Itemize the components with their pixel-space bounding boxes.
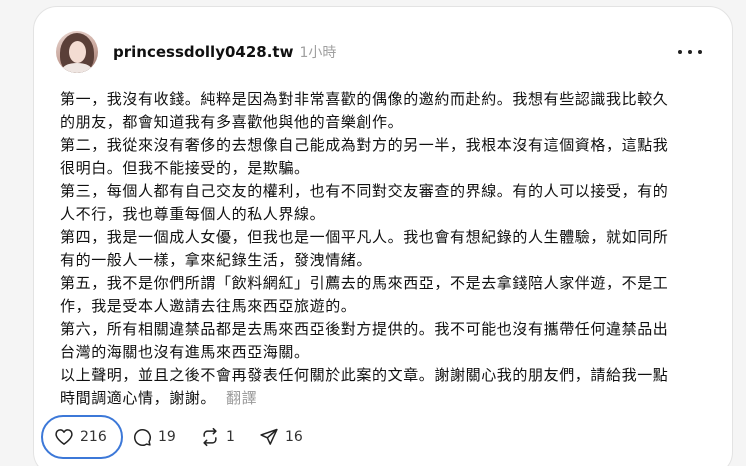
repost-count: 1 xyxy=(226,429,235,445)
share-count: 16 xyxy=(285,429,303,445)
action-bar: 216 19 1 16 xyxy=(34,412,732,462)
post-header: princessdolly0428.tw 1小時 xyxy=(56,29,336,75)
post-line: 台灣的海關也沒有進馬來西亞海關。 xyxy=(60,343,310,361)
reply-count: 19 xyxy=(158,429,176,445)
like-button[interactable]: 216 xyxy=(54,424,107,450)
post-time: 1小時 xyxy=(299,45,337,61)
send-icon xyxy=(260,428,278,445)
post-line: 第二，我從來沒有奢侈的去想像自己能成為對方的另一半，我根本沒有這個資格，這點我 xyxy=(60,136,669,154)
post-line: 有的一般人一樣，拿來紀錄生活，發洩情緒。 xyxy=(60,251,373,269)
post-line: 作，我是受本人邀請去往馬來西亞旅遊的。 xyxy=(60,297,357,315)
avatar[interactable] xyxy=(56,31,98,73)
post-line: 第三，每個人都有自己交友的權利，也有不同對交友審查的界線。有的人可以接受，有的 xyxy=(60,182,669,200)
post-line: 第五，我不是你們所謂「飲料網紅」引薦去的馬來西亞，不是去拿錢陪人家伴遊，不是工 xyxy=(60,274,669,292)
post-line: 第六，所有相關違禁品都是去馬來西亞後對方提供的。我不可能也沒有攜帶任何違禁品出 xyxy=(60,320,669,338)
share-button[interactable]: 16 xyxy=(259,424,303,450)
translate-link[interactable]: 翻譯 xyxy=(226,389,257,407)
post-line: 的朋友，都會知道我有多喜歡他與他的音樂創作。 xyxy=(60,113,404,131)
post-line: 人不行，我也尊重每個人的私人界線。 xyxy=(60,205,326,223)
like-count: 216 xyxy=(80,429,107,445)
comment-icon xyxy=(134,429,151,446)
post-line: 第一，我沒有收錢。純粹是因為對非常喜歡的偶像的邀約而赴約。我想有些認識我比較久 xyxy=(60,90,669,108)
repost-button[interactable]: 1 xyxy=(200,424,235,450)
post-line: 很明白。但我不能接受的，是欺騙。 xyxy=(60,159,310,177)
post-card: princessdolly0428.tw 1小時 第一，我沒有收錢。純粹是因為對… xyxy=(33,6,733,466)
post-line: 以上聲明，並且之後不會再發表任何關於此案的文章。謝謝關心我的朋友們，請給我一點 xyxy=(60,366,669,384)
post-line: 第四，我是一個成人女優，但我也是一個平凡人。我也會有想紀錄的人生體驗，就如同所 xyxy=(60,228,669,246)
dot-icon xyxy=(678,50,682,54)
dot-icon xyxy=(688,50,692,54)
dot-icon xyxy=(698,50,702,54)
post-text: 第一，我沒有收錢。純粹是因為對非常喜歡的偶像的邀約而赴約。我想有些認識我比較久 … xyxy=(60,88,710,410)
reply-button[interactable]: 19 xyxy=(132,424,176,450)
heart-icon xyxy=(55,429,73,445)
post-line: 時間調適心情，謝謝。 翻譯 xyxy=(60,389,258,407)
more-options-button[interactable] xyxy=(678,45,702,59)
repost-icon xyxy=(203,427,217,447)
username[interactable]: princessdolly0428.tw xyxy=(113,43,293,61)
